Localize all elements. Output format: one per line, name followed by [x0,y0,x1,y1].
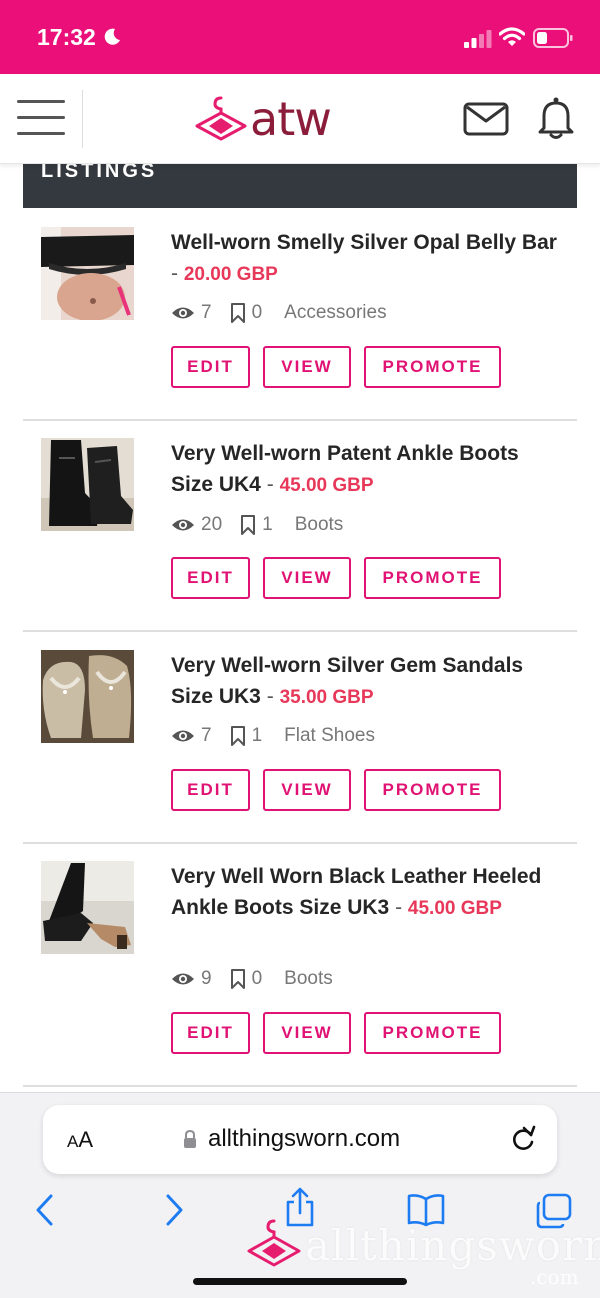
view-button[interactable]: VIEW [263,557,351,599]
view-button[interactable]: VIEW [263,1012,351,1054]
mail-icon[interactable] [463,101,509,137]
listing-thumbnail[interactable] [41,650,134,743]
bookmark-icon [241,515,256,535]
site-logo[interactable]: atw [195,92,365,148]
listing-title[interactable]: Well-worn Smelly Silver Opal Belly Bar -… [171,227,563,290]
cellular-signal-icon [464,30,492,48]
text-size-small-a: A [67,1132,79,1151]
home-indicator[interactable] [193,1278,407,1285]
edit-button[interactable]: EDIT [171,346,250,388]
listing-item: Very Well-worn Silver Gem Sandals Size U… [23,632,577,844]
moon-icon [104,28,120,45]
text-size-button[interactable]: AA [67,1127,93,1153]
promote-button[interactable]: PROMOTE [364,557,501,599]
eye-icon [172,730,194,742]
listing-item: Very Well-worn Patent Ankle Boots Size U… [23,421,577,632]
back-icon[interactable] [34,1193,54,1227]
listing-price: 35.00 GBP [279,687,374,708]
listing-thumbnail[interactable] [41,861,134,954]
listing-category[interactable]: Boots [284,968,333,990]
eye-icon [172,519,194,531]
promote-button[interactable]: PROMOTE [364,1012,501,1054]
listing-title-text: Well-worn Smelly Silver Opal Belly Bar [171,231,557,254]
listing-meta: 9 0 Boots [171,966,333,992]
save-count: 1 [251,725,263,746]
price-separator: - [266,685,274,708]
view-count: 7 [201,725,212,746]
status-time: 17:32 [37,24,96,50]
listing-item: Well-worn Smelly Silver Opal Belly Bar -… [23,209,577,421]
status-bar: 17:32 [0,0,600,74]
notification-bell-icon[interactable] [536,96,576,140]
save-count: 0 [251,968,263,989]
wifi-icon [499,27,525,46]
view-count: 20 [201,514,223,535]
listing-title[interactable]: Very Well-worn Patent Ankle Boots Size U… [171,438,563,501]
listing-title[interactable]: Very Well Worn Black Leather Heeled Ankl… [171,861,563,924]
site-header: atw [0,74,600,164]
bookmark-icon [230,726,245,746]
edit-button[interactable]: EDIT [171,1012,250,1054]
lock-icon [184,1130,196,1148]
bookmark-icon [230,303,245,323]
price-separator: - [395,896,403,919]
view-count: 7 [201,302,212,323]
logo-text: atw [250,92,332,146]
listing-thumbnail[interactable] [41,227,134,320]
view-button[interactable]: VIEW [263,346,351,388]
listing-item: Very Well Worn Black Leather Heeled Ankl… [23,844,577,1087]
watermark-suffix: .com [530,1265,579,1289]
price-separator: - [171,262,178,285]
view-button[interactable]: VIEW [263,769,351,811]
listing-category[interactable]: Flat Shoes [284,725,375,747]
reload-icon[interactable] [510,1125,536,1153]
watermark-text: allthingsworn [305,1221,600,1270]
listing-price: 20.00 GBP [183,264,278,285]
listing-title[interactable]: Very Well-worn Silver Gem Sandals Size U… [171,650,563,713]
address-bar[interactable]: AA allthingsworn.com [43,1105,557,1174]
listing-category[interactable]: Boots [295,514,344,536]
hanger-logo-icon [195,96,247,141]
edit-button[interactable]: EDIT [171,769,250,811]
view-count: 9 [201,968,212,989]
save-count: 1 [262,514,273,535]
battery-icon [533,28,573,48]
promote-button[interactable]: PROMOTE [364,769,501,811]
price-separator: - [266,473,274,496]
text-size-large-a: A [78,1127,94,1152]
listing-meta: 7 1 Flat Shoes [171,723,375,749]
header-divider [82,90,83,148]
promote-button[interactable]: PROMOTE [364,346,501,388]
menu-icon[interactable] [17,100,65,138]
browser-toolbar: AA allthingsworn.com allthingsworn .com [0,1092,600,1298]
eye-icon [172,973,194,985]
url-text: allthingsworn.com [208,1125,401,1152]
listing-price: 45.00 GBP [279,475,374,496]
save-count: 0 [251,302,263,323]
listing-category[interactable]: Accessories [284,302,386,324]
eye-icon [172,307,194,319]
listing-price: 45.00 GBP [407,898,502,919]
edit-button[interactable]: EDIT [171,557,250,599]
listing-meta: 7 0 Accessories [171,300,387,326]
watermark-hanger-icon [247,1219,301,1267]
listing-thumbnail[interactable] [41,438,134,531]
forward-icon[interactable] [165,1193,185,1227]
bookmark-icon [230,969,245,989]
listing-meta: 20 1 Boots [171,512,343,538]
